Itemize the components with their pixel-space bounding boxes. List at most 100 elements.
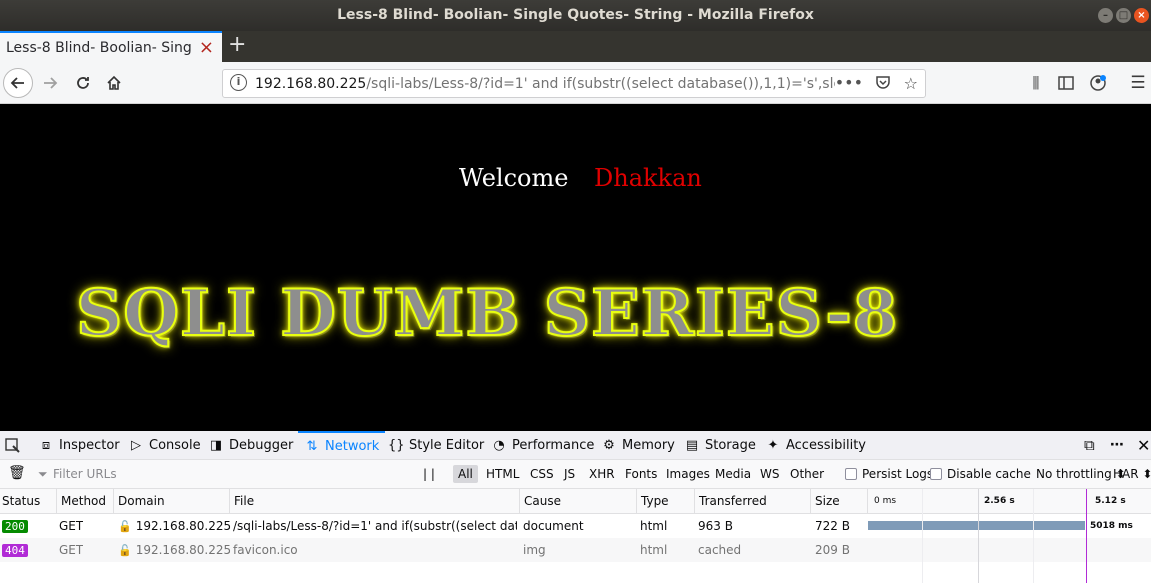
filter-xhr-button[interactable]: XHR bbox=[584, 465, 620, 483]
network-icon: ⇅ bbox=[306, 439, 318, 454]
close-window-icon[interactable]: × bbox=[1134, 8, 1149, 23]
home-button[interactable] bbox=[100, 69, 128, 97]
url-text[interactable]: 192.168.80.225/sqli-labs/Less-8/?id=1' a… bbox=[255, 76, 835, 92]
request-method: GET bbox=[59, 543, 84, 557]
pocket-icon[interactable] bbox=[875, 74, 891, 94]
filter-js-button[interactable]: JS bbox=[559, 465, 580, 483]
request-file: favicon.ico bbox=[233, 543, 298, 557]
tab-storage[interactable]: ▤ Storage bbox=[684, 431, 756, 460]
memory-icon: ⚙ bbox=[603, 438, 615, 453]
tab-performance[interactable]: ◔ Performance bbox=[491, 431, 594, 460]
menu-icon[interactable]: ☰ bbox=[1124, 69, 1151, 97]
element-picker-icon[interactable] bbox=[5, 431, 21, 460]
info-icon[interactable]: i bbox=[230, 74, 247, 91]
filter-icon: ⏷ bbox=[38, 467, 48, 481]
tab-console[interactable]: ▷ Console bbox=[128, 431, 201, 460]
series-banner-image: SQLI DUMB SERIES-8 bbox=[75, 275, 899, 352]
filter-other-button[interactable]: Other bbox=[785, 465, 829, 483]
col-status[interactable]: Status bbox=[0, 489, 40, 514]
load-event-marker bbox=[1086, 489, 1087, 583]
timeline-gridline bbox=[922, 489, 923, 583]
url-host: 192.168.80.225 bbox=[255, 76, 367, 92]
timing-label: 5018 ms bbox=[1090, 521, 1133, 531]
user-name-text: Dhakkan bbox=[594, 164, 702, 192]
request-cause: document bbox=[523, 519, 584, 533]
accessibility-icon: ✦ bbox=[767, 438, 779, 453]
disable-cache-checkbox[interactable]: Disable cache bbox=[930, 467, 1031, 481]
tab-memory[interactable]: ⚙ Memory bbox=[601, 431, 675, 460]
forward-arrow-icon bbox=[44, 77, 58, 89]
filter-urls-input[interactable]: Filter URLs bbox=[53, 467, 117, 481]
home-icon bbox=[107, 75, 121, 90]
window-titlebar: Less-8 Blind- Boolian- Single Quotes- St… bbox=[0, 0, 1151, 31]
col-method[interactable]: Method bbox=[56, 489, 106, 514]
request-type: html bbox=[640, 519, 668, 533]
filter-css-button[interactable]: CSS bbox=[525, 465, 559, 483]
timeline-gridline bbox=[1033, 489, 1034, 583]
forward-button[interactable] bbox=[36, 69, 64, 97]
har-menu[interactable]: HAR ⬍ bbox=[1113, 467, 1151, 481]
persist-logs-checkbox[interactable]: Persist Logs bbox=[845, 467, 933, 481]
url-path: /sqli-labs/Less-8/?id=1' and if(substr((… bbox=[366, 76, 835, 92]
filter-html-button[interactable]: HTML bbox=[481, 465, 524, 483]
tab-close-icon[interactable]: × bbox=[199, 37, 214, 58]
col-size[interactable]: Size bbox=[810, 489, 840, 514]
page-actions-icon[interactable]: ••• bbox=[835, 73, 863, 92]
col-type[interactable]: Type bbox=[636, 489, 669, 514]
tab-title: Less-8 Blind- Boolian- Single Quotes- St… bbox=[6, 40, 191, 56]
tab-style-editor[interactable]: {} Style Editor bbox=[388, 431, 484, 460]
col-cause[interactable]: Cause bbox=[519, 489, 561, 514]
inspector-icon: ⧈ bbox=[41, 438, 51, 453]
status-badge: 404 bbox=[2, 544, 28, 557]
request-size: 209 B bbox=[815, 543, 850, 557]
col-timeline[interactable]: 0 ms 2.56 s 5.12 s bbox=[867, 489, 1151, 514]
request-type: html bbox=[640, 543, 668, 557]
request-file: /sqli-labs/Less-8/?id=1' and if(substr((… bbox=[233, 519, 517, 533]
insecure-lock-icon: 🔓 bbox=[118, 520, 132, 533]
minimize-icon[interactable]: – bbox=[1098, 8, 1113, 23]
dock-icon[interactable]: ⧉ bbox=[1084, 431, 1095, 460]
url-bar[interactable]: i 192.168.80.225/sqli-labs/Less-8/?id=1'… bbox=[222, 69, 926, 98]
pause-icon[interactable]: | | bbox=[423, 467, 435, 481]
console-icon: ▷ bbox=[131, 438, 141, 453]
filter-ws-button[interactable]: WS bbox=[755, 465, 784, 483]
debugger-icon: ◨ bbox=[209, 438, 223, 453]
account-icon[interactable] bbox=[1084, 69, 1112, 97]
trash-icon[interactable]: 🗑 bbox=[8, 465, 26, 481]
close-devtools-icon[interactable]: ✕ bbox=[1137, 431, 1150, 460]
reload-button[interactable] bbox=[69, 69, 97, 97]
filter-images-button[interactable]: Images bbox=[661, 465, 715, 483]
filter-all-button[interactable]: All bbox=[453, 465, 478, 483]
style-editor-icon: {} bbox=[388, 438, 405, 453]
tick-2: 5.12 s bbox=[1095, 496, 1126, 506]
filter-media-button[interactable]: Media bbox=[710, 465, 756, 483]
back-button[interactable] bbox=[3, 68, 33, 98]
devtools-panel: ⧈ Inspector ▷ Console ◨ Debugger ⇅ Network {… bbox=[0, 431, 1151, 583]
request-domain: 192.168.80.225 bbox=[135, 543, 232, 557]
back-arrow-icon bbox=[10, 77, 24, 89]
request-transferred: cached bbox=[698, 543, 742, 557]
tab-network[interactable]: ⇅ Network bbox=[298, 431, 386, 460]
sidebar-icon[interactable] bbox=[1052, 69, 1080, 97]
tick-0: 0 ms bbox=[874, 496, 897, 506]
overflow-menu-icon[interactable]: ⋯ bbox=[1110, 431, 1124, 460]
maximize-icon[interactable]: □ bbox=[1116, 8, 1131, 23]
tab-strip: Less-8 Blind- Boolian- Single Quotes- St… bbox=[0, 31, 1151, 62]
bookmark-star-icon[interactable]: ☆ bbox=[904, 74, 918, 93]
library-icon[interactable]: ⫼ bbox=[1022, 69, 1050, 97]
col-file[interactable]: File bbox=[229, 489, 254, 514]
col-transferred[interactable]: Transferred bbox=[694, 489, 767, 514]
tab-inspector[interactable]: ⧈ Inspector bbox=[38, 431, 120, 460]
timing-bar bbox=[868, 521, 1085, 530]
new-tab-button[interactable]: + bbox=[228, 32, 246, 57]
request-size: 722 B bbox=[815, 519, 850, 533]
tab-accessibility[interactable]: ✦ Accessibility bbox=[765, 431, 866, 460]
timeline-gridline bbox=[978, 489, 979, 583]
window-title: Less-8 Blind- Boolian- Single Quotes- St… bbox=[337, 7, 814, 23]
col-domain[interactable]: Domain bbox=[113, 489, 165, 514]
request-transferred: 963 B bbox=[698, 519, 733, 533]
tab-less-8[interactable]: Less-8 Blind- Boolian- Single Quotes- St… bbox=[0, 31, 222, 62]
filter-fonts-button[interactable]: Fonts bbox=[620, 465, 662, 483]
request-domain: 192.168.80.225 bbox=[135, 519, 232, 533]
tab-debugger[interactable]: ◨ Debugger bbox=[208, 431, 294, 460]
